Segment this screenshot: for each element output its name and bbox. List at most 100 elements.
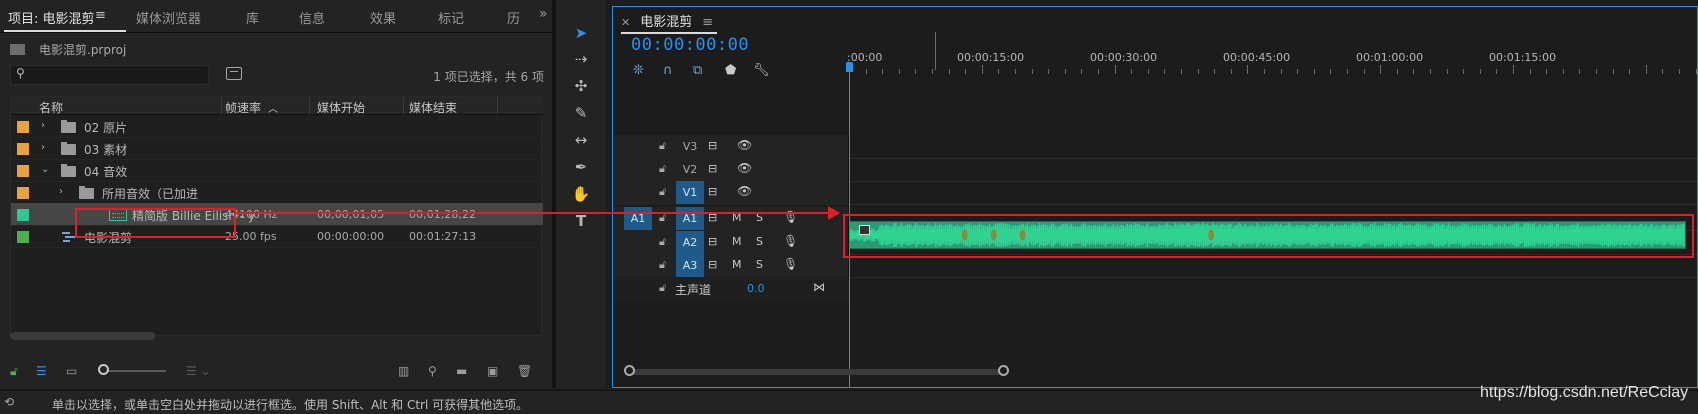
track-name[interactable]: V3 — [676, 135, 704, 158]
tab-info[interactable]: 信息 — [299, 8, 325, 27]
eye-icon[interactable]: 👁︎ — [737, 138, 752, 152]
column-divider[interactable] — [497, 97, 498, 115]
column-divider[interactable] — [221, 97, 222, 115]
find-icon[interactable]: ⚲ — [428, 364, 437, 378]
pen-tool-icon[interactable]: ✒ — [570, 156, 592, 178]
panel-menu-icon[interactable]: ≡ — [95, 8, 106, 23]
panel-menu-icon[interactable]: ≡ — [702, 15, 713, 30]
scroll-start-handle[interactable] — [624, 365, 635, 376]
sync-lock-icon[interactable]: ⊟ — [708, 235, 717, 248]
list-item[interactable]: › 02 原片 — [11, 115, 543, 138]
playhead-handle[interactable] — [846, 62, 853, 72]
timeline-panel: ✕ 电影混剪 ≡ 00:00:00:00 ❊ ∩ ⧉ ⬟ 🔧︎ :00:00 00:0… — [612, 6, 1698, 388]
label-color-swatch[interactable] — [17, 143, 29, 155]
voiceover-mic-icon[interactable]: 🎙︎ — [783, 234, 798, 248]
icon-view-icon[interactable]: ▭ — [66, 364, 77, 378]
source-patch[interactable]: A1 — [624, 207, 652, 230]
lock-icon[interactable]: 🔓︎ — [10, 364, 18, 379]
track-name[interactable]: A3 — [676, 254, 704, 277]
new-search-bin-icon[interactable] — [226, 67, 242, 80]
label-color-swatch[interactable] — [17, 165, 29, 177]
playhead-timecode[interactable]: 00:00:00:00 — [631, 35, 749, 55]
add-marker-icon[interactable]: ⬟ — [725, 63, 736, 78]
nest-icon[interactable]: ❊ — [633, 63, 644, 78]
project-file-icon — [10, 44, 25, 55]
tab-effects[interactable]: 效果 — [370, 8, 396, 27]
track-select-tool-icon[interactable]: ⇢ — [570, 48, 592, 70]
sequence-title: 电影混剪 — [640, 15, 693, 30]
column-name[interactable]: 名称 — [39, 99, 63, 116]
column-framerate[interactable]: 帧速率 — [225, 99, 261, 116]
sync-lock-icon[interactable]: ⊟ — [708, 185, 717, 198]
time-ruler[interactable]: :00:00 00:00:15:00 00:00:30:00 00:00:45:00 0… — [847, 43, 1698, 77]
hand-tool-icon[interactable]: ✋ — [570, 183, 592, 205]
timeline-scrollbar[interactable] — [626, 369, 1004, 375]
automate-to-sequence-icon[interactable]: ▥ — [398, 364, 409, 378]
label-color-swatch[interactable] — [17, 209, 29, 221]
voiceover-mic-icon[interactable]: 🎙︎ — [783, 257, 798, 271]
zoom-slider-handle[interactable] — [98, 364, 109, 375]
tab-library[interactable]: 库 — [246, 8, 259, 27]
search-input[interactable]: ⚲ — [10, 65, 209, 85]
track-name[interactable]: V2 — [676, 158, 704, 181]
tab-project[interactable]: 项目: 电影混剪 — [8, 8, 95, 27]
column-media-end[interactable]: 媒体结束 — [409, 99, 457, 116]
label-color-swatch[interactable] — [17, 231, 29, 243]
tab-history[interactable]: 历 — [507, 8, 520, 27]
list-header: 名称 帧速率 ︿ 媒体开始 媒体结束 — [11, 97, 543, 115]
timeline-tab[interactable]: ✕ 电影混剪 ≡ — [621, 11, 713, 30]
list-item[interactable]: › 03 素材 — [11, 137, 543, 160]
lock-icon[interactable]: 🔓︎ — [659, 235, 666, 249]
label-color-swatch[interactable] — [17, 121, 29, 133]
lock-icon[interactable]: 🔓︎ — [659, 162, 666, 176]
razor-tool-icon[interactable]: ✎ — [570, 102, 592, 124]
list-item[interactable]: ⌄ 04 音效 — [11, 159, 543, 182]
tab-markers[interactable]: 标记 — [438, 8, 464, 27]
zoom-slider-track[interactable] — [104, 370, 166, 372]
trash-icon[interactable]: 🗑︎ — [517, 364, 532, 378]
settings-wrench-icon[interactable]: 🔧︎ — [753, 63, 770, 78]
column-divider[interactable] — [403, 97, 404, 115]
new-item-icon[interactable]: ▣ — [487, 364, 498, 378]
snap-magnet-icon[interactable]: ∩ — [663, 63, 673, 78]
list-scrollbar[interactable] — [10, 332, 155, 340]
master-volume-value[interactable]: 0.0 — [747, 282, 765, 295]
track-name[interactable]: A2 — [676, 231, 704, 254]
tab-media-browser[interactable]: 媒体浏览器 — [136, 8, 201, 27]
linked-selection-icon[interactable]: ⧉ — [693, 63, 702, 78]
lock-icon[interactable]: 🔓︎ — [659, 185, 666, 199]
close-icon[interactable]: ✕ — [621, 16, 630, 29]
slip-tool-icon[interactable]: ↔ — [570, 129, 592, 151]
mute-button[interactable]: M — [732, 258, 742, 271]
master-track-options-icon[interactable]: ⋈ — [813, 280, 825, 294]
sync-lock-icon[interactable]: ⊟ — [708, 162, 717, 175]
ripple-edit-tool-icon[interactable]: ✣ — [570, 75, 592, 97]
column-media-start[interactable]: 媒体开始 — [317, 99, 365, 116]
scroll-end-handle[interactable] — [998, 365, 1009, 376]
ruler-tick — [1064, 69, 1066, 74]
solo-button[interactable]: S — [756, 258, 763, 271]
new-bin-icon[interactable]: ▬ — [456, 364, 467, 378]
eye-icon[interactable]: 👁︎ — [737, 184, 752, 198]
list-view-icon[interactable]: ☰ — [36, 364, 47, 378]
chevron-right-icon[interactable]: › — [41, 142, 45, 153]
lock-icon[interactable]: 🔓︎ — [659, 281, 666, 295]
label-color-swatch[interactable] — [17, 187, 29, 199]
lock-icon[interactable]: 🔓︎ — [659, 258, 666, 272]
solo-button[interactable]: S — [756, 235, 763, 248]
sync-lock-icon[interactable]: ⊟ — [708, 139, 717, 152]
chevron-right-icon[interactable]: › — [41, 120, 45, 131]
column-divider[interactable] — [309, 97, 310, 115]
sync-lock-icon[interactable]: ⊟ — [708, 258, 717, 271]
track-name[interactable]: V1 — [676, 181, 704, 204]
lock-icon[interactable]: 🔓︎ — [659, 139, 666, 153]
track-name[interactable]: A1 — [676, 207, 704, 230]
eye-icon[interactable]: 👁︎ — [737, 161, 752, 175]
mute-button[interactable]: M — [732, 235, 742, 248]
more-panels-icon[interactable]: » — [539, 6, 548, 22]
list-item[interactable]: › 所用音效（已加进 — [11, 181, 543, 204]
sort-icons-icon[interactable]: ☰ ⌄ — [186, 364, 211, 378]
selection-tool-icon[interactable]: ➤ — [570, 22, 592, 44]
chevron-down-icon[interactable]: ⌄ — [41, 164, 49, 175]
chevron-right-icon[interactable]: › — [59, 186, 63, 197]
